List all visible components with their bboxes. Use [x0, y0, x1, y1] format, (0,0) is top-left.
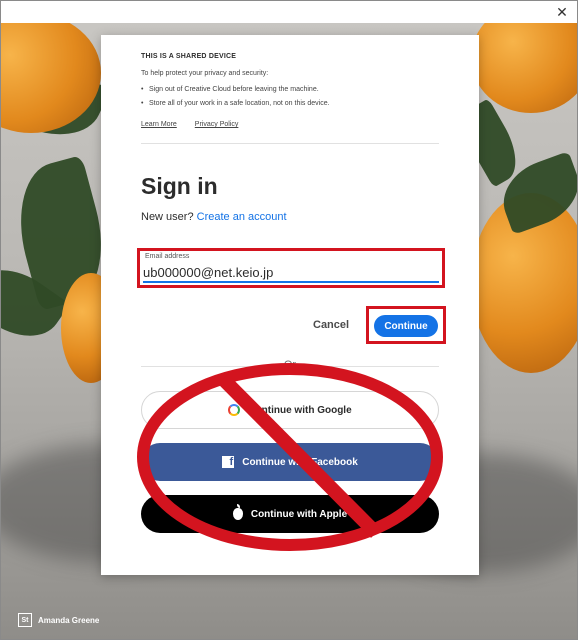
stock-badge-icon: St: [18, 613, 32, 627]
apple-signin-button[interactable]: Continue with Apple: [141, 495, 439, 533]
facebook-signin-label: Continue with Facebook: [242, 456, 358, 468]
notice-links: Learn More Privacy Policy: [141, 121, 439, 128]
facebook-icon: f: [222, 456, 235, 468]
title-bar: ✕: [1, 1, 577, 23]
continue-button[interactable]: Continue: [374, 315, 438, 337]
google-signin-button[interactable]: Continue with Google: [141, 391, 439, 429]
privacy-policy-link[interactable]: Privacy Policy: [195, 121, 239, 128]
create-account-link[interactable]: Create an account: [197, 211, 287, 223]
notice-bullet: Store all of your work in a safe locatio…: [141, 97, 439, 111]
close-icon[interactable]: ✕: [553, 3, 571, 21]
divider: [141, 143, 439, 144]
new-user-text: New user?: [141, 211, 194, 223]
notice-list: Sign out of Creative Cloud before leavin…: [141, 83, 439, 111]
continue-button-annotation: Continue: [366, 306, 446, 344]
shared-device-notice: THIS IS A SHARED DEVICE To help protect …: [141, 53, 439, 128]
app-window: ✕ St Amanda Greene THIS IS A SHARED DEVI…: [0, 0, 578, 640]
photo-credit-name: Amanda Greene: [38, 615, 100, 625]
apple-icon: [232, 504, 243, 520]
email-field[interactable]: [143, 263, 439, 283]
notice-text: To help protect your privacy and securit…: [141, 70, 269, 77]
or-text: Or: [280, 359, 300, 371]
facebook-signin-button[interactable]: f Continue with Facebook: [141, 443, 439, 481]
signin-dialog: THIS IS A SHARED DEVICE To help protect …: [101, 35, 479, 575]
apple-signin-label: Continue with Apple: [250, 508, 348, 520]
page-title: Sign in: [141, 173, 218, 199]
new-user-row: New user? Create an account: [141, 211, 287, 223]
learn-more-link[interactable]: Learn More: [141, 121, 177, 128]
or-separator: Or: [141, 359, 439, 373]
photo-credit: St Amanda Greene: [18, 613, 99, 627]
notice-bullet: Sign out of Creative Cloud before leavin…: [141, 83, 439, 97]
email-field-annotation: Email address: [137, 248, 445, 288]
cancel-button[interactable]: Cancel: [313, 319, 349, 331]
notice-title: THIS IS A SHARED DEVICE: [141, 53, 237, 60]
google-icon: [228, 404, 241, 416]
google-signin-label: Continue with Google: [248, 404, 352, 416]
email-label: Email address: [145, 253, 190, 260]
